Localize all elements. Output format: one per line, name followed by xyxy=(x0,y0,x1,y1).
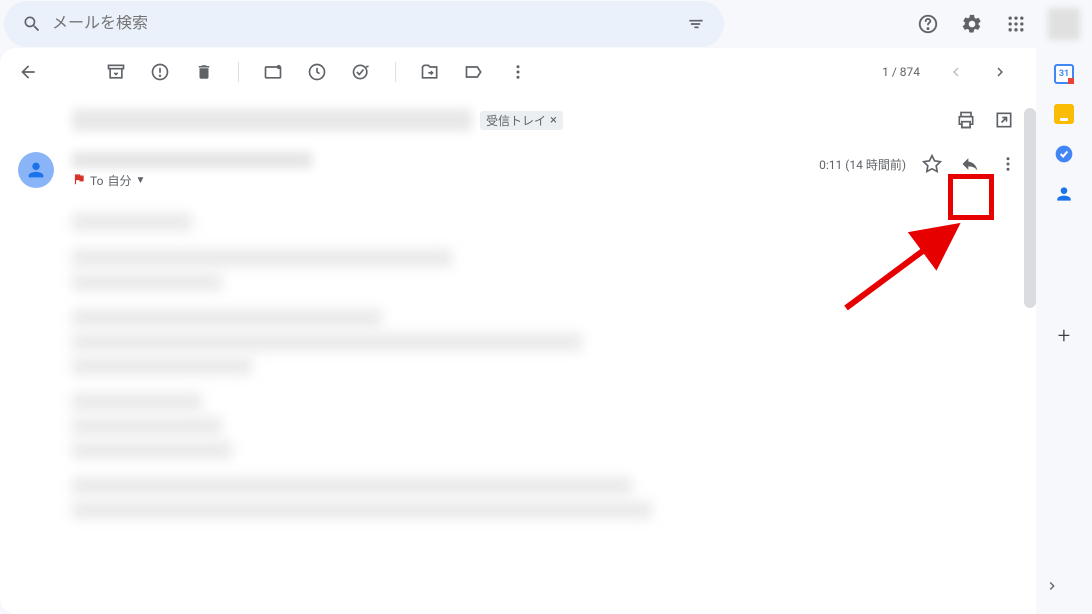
collapse-sidepanel-button[interactable] xyxy=(1032,566,1072,606)
to-recipient: 自分 xyxy=(107,172,131,189)
star-button[interactable] xyxy=(920,152,944,176)
add-app-button[interactable]: + xyxy=(1058,324,1070,349)
settings-icon[interactable] xyxy=(952,4,992,44)
red-flag-icon xyxy=(72,172,86,189)
reply-button[interactable] xyxy=(958,152,982,176)
keep-app-icon[interactable] xyxy=(1054,104,1074,124)
spam-button[interactable] xyxy=(148,60,172,84)
email-content-pane: 1 / 874 受信トレイ × xyxy=(0,48,1036,614)
back-button[interactable] xyxy=(16,60,40,84)
toolbar-separator xyxy=(395,62,396,82)
recipient-row[interactable]: To 自分 ▼ xyxy=(72,172,312,189)
account-avatar[interactable] xyxy=(1048,8,1080,40)
subject-text xyxy=(72,109,472,131)
side-panel: 31 + xyxy=(1036,48,1092,614)
prev-button[interactable] xyxy=(936,52,976,92)
move-to-button[interactable] xyxy=(418,60,442,84)
search-input[interactable] xyxy=(52,15,676,33)
apps-icon[interactable] xyxy=(996,4,1036,44)
tasks-app-icon[interactable] xyxy=(1054,144,1074,164)
sender-avatar[interactable] xyxy=(18,152,54,188)
next-button[interactable] xyxy=(980,52,1020,92)
to-prefix: To xyxy=(90,174,103,188)
contacts-app-icon[interactable] xyxy=(1054,184,1074,204)
search-bar[interactable] xyxy=(4,1,724,47)
print-button[interactable] xyxy=(954,108,978,132)
help-icon[interactable] xyxy=(908,4,948,44)
email-body xyxy=(72,213,1020,519)
email-more-button[interactable] xyxy=(996,152,1020,176)
search-options-icon[interactable] xyxy=(676,4,716,44)
scrollbar[interactable] xyxy=(1024,108,1036,308)
archive-button[interactable] xyxy=(104,60,128,84)
pagination-label: 1 / 874 xyxy=(882,65,920,79)
sender-name xyxy=(72,152,312,168)
labels-button[interactable] xyxy=(462,60,486,84)
mark-unread-button[interactable] xyxy=(261,60,285,84)
expand-recipients-icon[interactable]: ▼ xyxy=(135,175,145,186)
calendar-app-icon[interactable]: 31 xyxy=(1054,64,1074,84)
search-icon[interactable] xyxy=(12,4,52,44)
timestamp: 0:11 (14 時間前) xyxy=(819,156,906,173)
toolbar-separator xyxy=(238,62,239,82)
snooze-button[interactable] xyxy=(305,60,329,84)
delete-button[interactable] xyxy=(192,60,216,84)
inbox-label-chip[interactable]: 受信トレイ × xyxy=(480,111,563,130)
open-new-window-button[interactable] xyxy=(992,108,1016,132)
add-task-button[interactable] xyxy=(349,60,373,84)
remove-label-icon[interactable]: × xyxy=(550,113,557,128)
inbox-label-text: 受信トレイ xyxy=(486,112,546,129)
more-button[interactable] xyxy=(506,60,530,84)
